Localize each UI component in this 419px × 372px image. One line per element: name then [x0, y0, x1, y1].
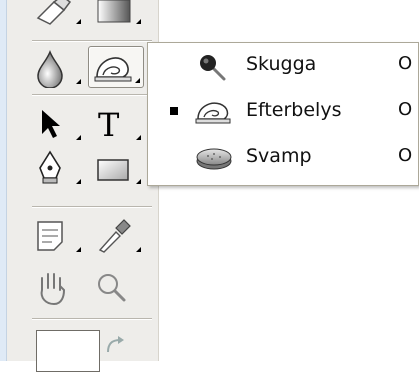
hand-icon [40, 273, 66, 306]
swap-colors-icon[interactable] [104, 334, 128, 358]
zoom-tool[interactable] [92, 268, 144, 308]
blur-tool[interactable] [32, 48, 84, 88]
magnifier-icon [98, 274, 126, 302]
menu-item-label: Efterbelys [246, 99, 342, 121]
dodge-icon [94, 57, 132, 82]
svg-text:T: T [98, 106, 120, 144]
menu-item-label: Skugga [246, 53, 317, 75]
hand-tool[interactable] [32, 268, 84, 308]
rectangle-tool[interactable] [92, 148, 144, 188]
sponge-icon [196, 148, 232, 170]
tool-flyout-menu: Skugga O Efterbelys O Svamp O [147, 42, 419, 186]
menu-item-shortcut: O [398, 53, 413, 74]
menu-item-sponge[interactable]: Svamp O [148, 139, 418, 173]
eyedropper-tool[interactable] [92, 216, 144, 256]
menu-item-burn[interactable]: Skugga O [148, 47, 418, 81]
active-tool-bullet [170, 107, 178, 115]
type-tool[interactable]: T [92, 104, 144, 144]
menu-item-shortcut: O [398, 99, 413, 120]
eraser-tool[interactable] [32, 0, 84, 28]
menu-item-dodge[interactable]: Efterbelys O [148, 93, 418, 127]
menu-item-label: Svamp [246, 145, 312, 167]
path-selection-tool[interactable] [32, 104, 84, 144]
foreground-color-swatch[interactable] [36, 330, 100, 372]
dodge-icon [195, 102, 231, 124]
toolbox-panel: T [0, 0, 159, 372]
panel-edge [0, 0, 7, 361]
pen-tool[interactable] [32, 148, 84, 188]
gradient-tool[interactable] [92, 0, 144, 28]
menu-item-shortcut: O [398, 145, 413, 166]
notes-tool[interactable] [32, 216, 84, 256]
burn-icon [200, 55, 226, 81]
dodge-tool[interactable] [88, 46, 144, 88]
